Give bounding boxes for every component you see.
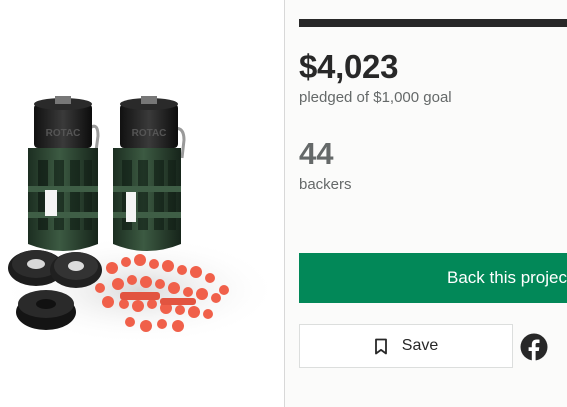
facebook-icon[interactable] [520, 333, 548, 361]
save-label: Save [401, 337, 439, 354]
svg-text:ROTAC: ROTAC [132, 128, 167, 139]
funding-progress-fill [299, 19, 567, 27]
right-canister: ROTAC [113, 96, 186, 251]
funding-progress-bar [299, 19, 567, 27]
backers-count: 44 [299, 136, 334, 171]
funding-panel: $4,023 pledged of $1,000 goal 44 backers… [285, 0, 567, 407]
pledged-amount: $4,023 [299, 48, 399, 85]
product-photo: ROTAC ROTAC [0, 96, 280, 345]
save-button[interactable]: Save [299, 324, 513, 368]
svg-text:ROTAC: ROTAC [46, 128, 81, 139]
left-canister: ROTAC [28, 96, 100, 251]
backers-caption: backers [299, 176, 352, 193]
back-this-project-button[interactable]: Back this project [299, 253, 567, 303]
bookmark-icon [374, 338, 387, 354]
pledged-goal-caption: pledged of $1,000 goal [299, 89, 452, 106]
project-image: ROTAC ROTAC [0, 0, 284, 407]
